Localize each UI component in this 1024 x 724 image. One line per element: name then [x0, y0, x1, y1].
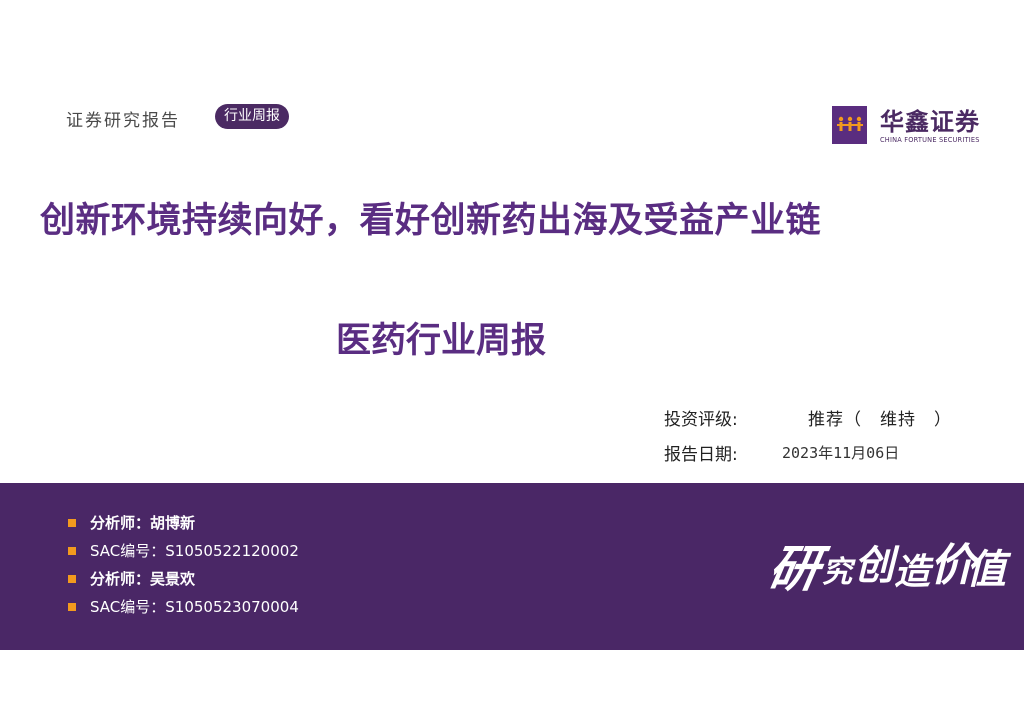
analyst-sac-item: SAC编号：S1050523070004 [66, 593, 299, 621]
bullet-icon [68, 603, 76, 611]
analyst-text: SAC编号：S1050522120002 [90, 542, 299, 560]
bullet-icon [68, 575, 76, 583]
slogan-glyph: 造 [894, 551, 931, 593]
analyst-text: 分析师：胡博新 [90, 514, 196, 532]
logo-mark-icon [832, 106, 867, 144]
company-logo: 华鑫证券 CHINA FORTUNE SECURITIES [832, 106, 1002, 148]
logo-name: 华鑫证券 [880, 108, 980, 136]
analyst-text: SAC编号：S1050523070004 [90, 598, 299, 616]
analyst-name-item: 分析师：吴景欢 [66, 565, 299, 593]
analyst-sac-item: SAC编号：S1050522120002 [66, 537, 299, 565]
calligraphy-slogan: 研 究 创 造 价 值 [764, 523, 1006, 598]
analyst-band: 分析师：胡博新 SAC编号：S1050522120002 分析师：吴景欢 SAC… [0, 483, 1024, 650]
slogan-glyph: 究 [822, 555, 852, 590]
analyst-text: 分析师：吴景欢 [90, 570, 196, 588]
rating-label: 投资评级: [664, 410, 738, 430]
report-header-label: 证券研究报告 [66, 111, 180, 131]
bullet-icon [68, 547, 76, 555]
report-main-title: 创新环境持续向好，看好创新药出海及受益产业链 [40, 201, 822, 241]
slogan-glyph: 创 [854, 542, 894, 589]
date-label: 报告日期: [664, 445, 738, 465]
report-type-tag: 行业周报 [215, 104, 289, 129]
date-value: 2023年11月06日 [782, 444, 900, 462]
rating-value: 推荐（ 维持 ） [808, 410, 952, 430]
slogan-glyph: 值 [966, 546, 1006, 593]
analyst-name-item: 分析师：胡博新 [66, 509, 299, 537]
bullet-icon [68, 519, 76, 527]
date-row: 报告日期: 2023年11月06日 [664, 440, 899, 465]
analyst-list: 分析师：胡博新 SAC编号：S1050522120002 分析师：吴景欢 SAC… [66, 509, 299, 621]
logo-english-name: CHINA FORTUNE SECURITIES [880, 136, 980, 144]
rating-row: 投资评级: 推荐（ 维持 ） [664, 405, 951, 430]
slogan-glyph: 研 [764, 539, 825, 598]
report-sub-title: 医药行业周报 [336, 321, 547, 361]
